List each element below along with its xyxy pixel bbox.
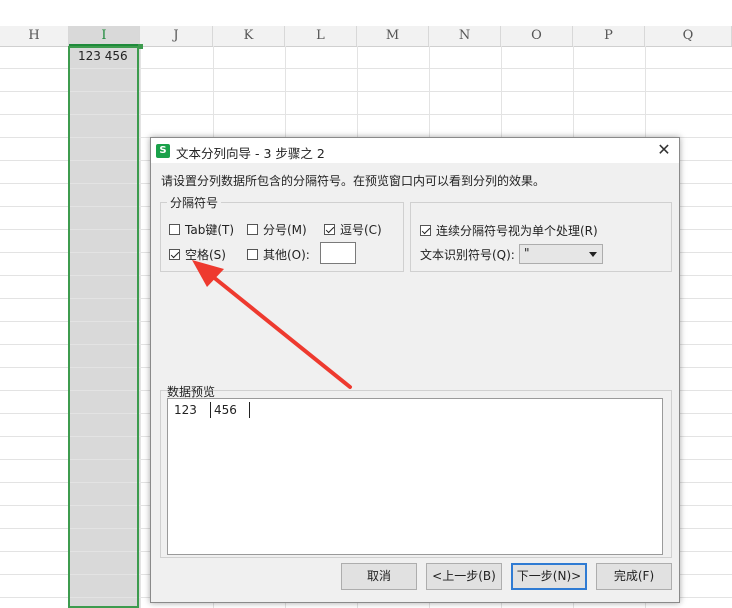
arrow-shaft (210, 274, 352, 389)
red-annotation-arrow-icon (192, 260, 352, 389)
